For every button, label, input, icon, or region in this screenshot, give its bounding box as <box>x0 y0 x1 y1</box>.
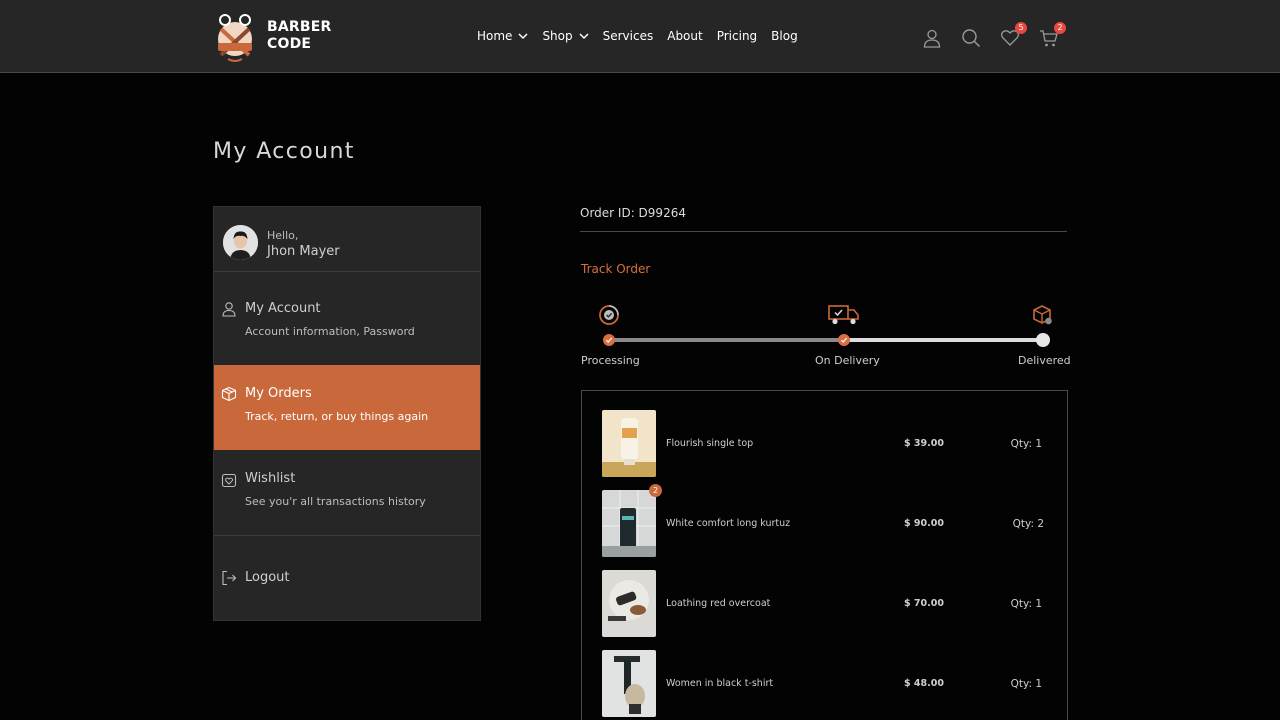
search-button[interactable] <box>961 28 981 48</box>
chevron-down-icon <box>579 32 589 39</box>
sidebar-item-wishlist[interactable]: Wishlist See you'r all transactions hist… <box>214 450 480 535</box>
barber-logo-icon <box>218 14 252 62</box>
sidebar-divider <box>214 535 480 536</box>
user-icon <box>923 29 941 48</box>
step-dot-on-delivery <box>838 334 850 346</box>
item-qty: Qty: 2 <box>1012 518 1044 530</box>
package-icon <box>1033 305 1052 325</box>
step-label-on-delivery: On Delivery <box>815 354 880 367</box>
item-price: $ 39.00 <box>904 438 944 449</box>
item-price: $ 90.00 <box>904 518 944 529</box>
list-item[interactable]: Flourish single top $ 39.00 Qty: 1 <box>602 410 1062 478</box>
sidebar-item-subtitle: Account information, Password <box>245 325 415 338</box>
order-items-list: Flourish single top $ 39.00 Qty: 1 2 Whi… <box>581 390 1068 720</box>
product-image[interactable] <box>602 570 656 637</box>
progress-track-pending <box>844 338 1042 342</box>
nav-about-label: About <box>667 29 703 43</box>
main-nav: Home Shop Services About Pricing Blog <box>477 29 812 43</box>
wishlist-button[interactable]: 5 <box>1000 22 1027 48</box>
nav-services-label: Services <box>602 29 654 43</box>
nav-services[interactable]: Services <box>603 29 654 43</box>
search-icon <box>962 29 981 48</box>
item-name: White comfort long kurtuz <box>666 518 791 529</box>
item-qty: Qty: 1 <box>1010 598 1042 610</box>
product-razor-brush-image <box>602 650 656 717</box>
sidebar-item-subtitle: See you'r all transactions history <box>245 495 426 508</box>
sidebar-item-my-account[interactable]: My Account Account information, Password <box>214 279 480 364</box>
product-grooming-kit-image <box>602 570 656 637</box>
track-order-title: Track Order <box>581 262 651 276</box>
brand-line-1: BARBER <box>267 19 332 35</box>
site-header: BARBER CODE Home Shop Services About Pri… <box>0 0 1280 73</box>
order-tracker: Processing On Delivery Delivered <box>580 300 1071 370</box>
item-qty: Qty: 1 <box>1010 438 1042 450</box>
account-button[interactable] <box>922 28 942 48</box>
list-item[interactable]: Loathing red overcoat $ 70.00 Qty: 1 <box>602 570 1062 638</box>
truck-icon <box>828 305 859 325</box>
cart-button[interactable]: 2 <box>1039 22 1066 48</box>
logout-label: Logout <box>245 570 290 585</box>
item-name: Women in black t-shirt <box>666 678 774 689</box>
item-count-badge: 2 <box>649 484 662 497</box>
user-icon <box>222 302 236 317</box>
nav-home-label: Home <box>477 29 513 43</box>
user-name: Jhon Mayer <box>267 244 340 259</box>
product-lotion-image <box>602 410 656 477</box>
box-icon <box>221 386 237 402</box>
step-dot-delivered <box>1036 333 1050 347</box>
page-title: My Account <box>213 139 355 164</box>
sidebar-item-title: My Account <box>245 301 321 316</box>
sidebar-item-subtitle: Track, return, or buy things again <box>245 410 429 423</box>
sidebar-item-title: My Orders <box>245 386 312 401</box>
user-profile: Hello, Jhon Mayer <box>214 207 480 272</box>
check-icon <box>840 337 848 343</box>
user-avatar-icon <box>223 225 258 260</box>
step-label-delivered: Delivered <box>1018 354 1071 367</box>
step-dot-processing <box>603 334 615 346</box>
nav-pricing[interactable]: Pricing <box>717 29 757 43</box>
order-divider <box>580 231 1067 232</box>
nav-pricing-label: Pricing <box>716 29 758 43</box>
avatar[interactable] <box>223 225 258 260</box>
processing-icon <box>599 305 619 325</box>
nav-shop-label: Shop <box>542 29 573 43</box>
item-name: Loathing red overcoat <box>666 598 771 609</box>
nav-about[interactable]: About <box>667 29 702 43</box>
order-id: Order ID: D99264 <box>580 206 686 220</box>
logout-button[interactable]: Logout <box>214 547 480 607</box>
item-name: Flourish single top <box>666 438 754 449</box>
item-price: $ 70.00 <box>904 598 944 609</box>
chevron-down-icon <box>518 32 528 39</box>
check-icon <box>605 337 613 343</box>
item-qty: Qty: 1 <box>1010 678 1042 690</box>
progress-track-complete <box>608 338 844 342</box>
sidebar-item-my-orders[interactable]: My Orders Track, return, or buy things a… <box>214 365 480 450</box>
product-tube-image <box>602 490 656 557</box>
cart-count-badge: 2 <box>1054 22 1066 34</box>
product-image[interactable] <box>602 410 656 477</box>
brand-line-2: CODE <box>267 36 312 52</box>
heart-box-icon <box>221 473 237 488</box>
nav-blog[interactable]: Blog <box>771 29 798 43</box>
product-image[interactable] <box>602 650 656 717</box>
logout-icon <box>222 570 237 586</box>
sidebar-item-title: Wishlist <box>245 471 296 486</box>
step-label-processing: Processing <box>581 354 640 367</box>
list-item[interactable]: 2 White comfort long kurtuz $ 90.00 Qty:… <box>602 484 1062 558</box>
nav-shop[interactable]: Shop <box>542 29 589 43</box>
header-actions: 5 2 <box>922 22 1078 48</box>
greeting: Hello, <box>267 229 299 242</box>
list-item[interactable]: Women in black t-shirt $ 48.00 Qty: 1 <box>602 650 1062 718</box>
nav-home[interactable]: Home <box>477 29 528 43</box>
brand-logo[interactable]: BARBER CODE <box>212 9 332 63</box>
wishlist-count-badge: 5 <box>1015 22 1027 34</box>
product-image[interactable] <box>602 490 656 557</box>
item-price: $ 48.00 <box>904 678 944 689</box>
brand-name: BARBER CODE <box>267 19 332 53</box>
account-sidebar: Hello, Jhon Mayer My Account Account inf… <box>213 206 481 621</box>
nav-blog-label: Blog <box>771 29 798 43</box>
